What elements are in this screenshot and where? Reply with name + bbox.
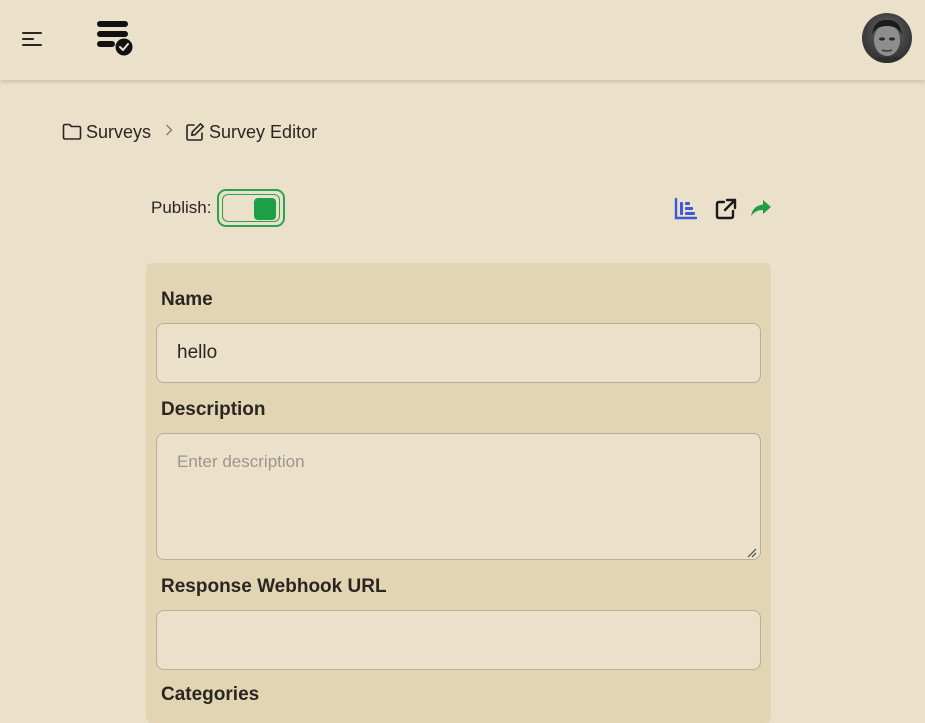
top-navbar <box>0 0 925 80</box>
external-link-icon[interactable] <box>713 196 739 222</box>
publish-toggle-track <box>222 194 281 222</box>
edit-icon <box>186 123 205 141</box>
webhook-url-input[interactable] <box>156 610 761 670</box>
survey-form-card: Name Description Response Webhook URL Ca… <box>146 263 771 723</box>
breadcrumb-item-survey-editor[interactable]: Survey Editor <box>185 122 317 143</box>
publish-row: Publish: <box>151 189 286 227</box>
breadcrumb-label-survey-editor: Survey Editor <box>209 121 318 142</box>
name-label: Name <box>161 289 213 310</box>
bar-chart-icon[interactable] <box>673 196 699 222</box>
name-input[interactable] <box>156 323 761 383</box>
survey-list-check-icon[interactable] <box>96 20 134 56</box>
share-icon[interactable] <box>748 196 774 222</box>
breadcrumb-item-surveys[interactable]: Surveys <box>62 122 151 143</box>
user-avatar[interactable] <box>862 13 912 63</box>
folder-icon <box>62 123 82 140</box>
publish-toggle[interactable] <box>217 189 286 227</box>
publish-toggle-knob <box>254 198 277 220</box>
breadcrumb: Surveys Survey Editor <box>62 120 317 144</box>
chevron-right-icon <box>165 123 173 141</box>
description-label: Description <box>161 399 266 420</box>
webhook-label: Response Webhook URL <box>161 576 387 597</box>
description-textarea[interactable] <box>156 433 761 560</box>
publish-label: Publish: <box>151 198 212 217</box>
categories-label: Categories <box>161 684 260 705</box>
resize-grip-icon[interactable] <box>747 548 757 558</box>
hamburger-menu-icon[interactable] <box>22 30 44 48</box>
breadcrumb-label-surveys: Surveys <box>86 121 152 142</box>
